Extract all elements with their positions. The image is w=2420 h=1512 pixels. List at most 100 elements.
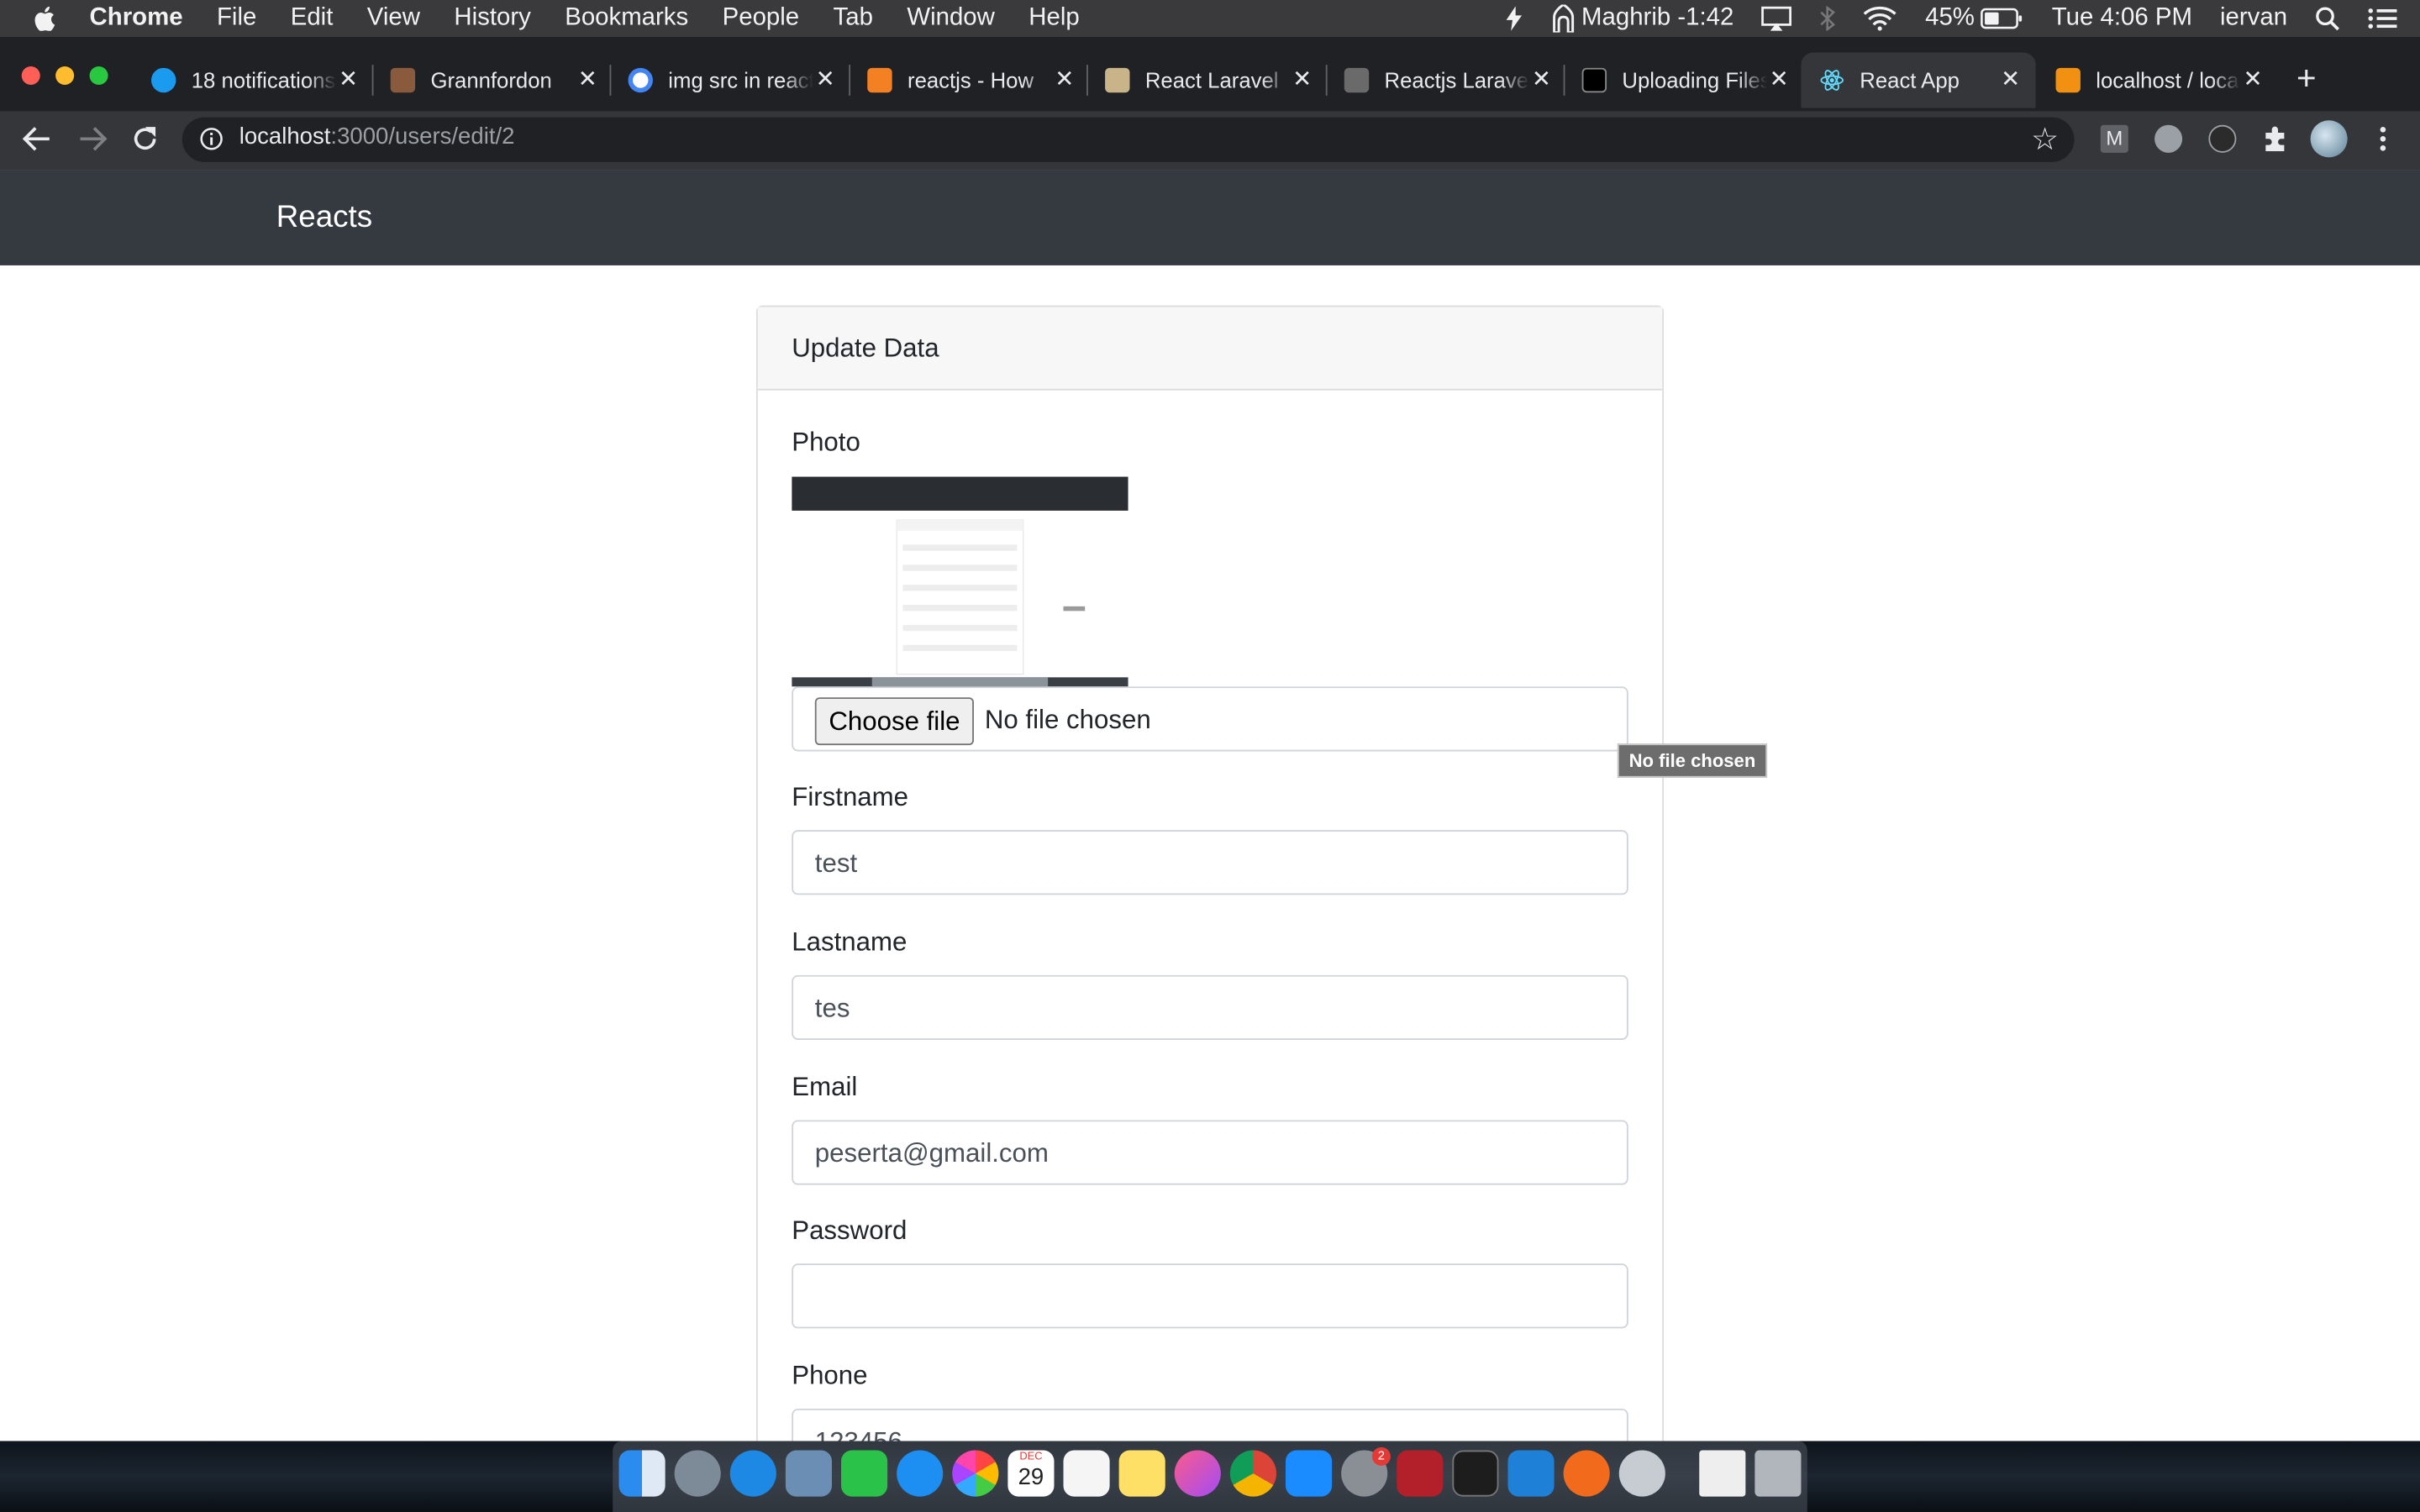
- wifi-icon[interactable]: [1864, 6, 1897, 31]
- spotlight-search-icon[interactable]: [2315, 6, 2339, 31]
- notes-icon[interactable]: [1118, 1450, 1165, 1497]
- url-path: :3000/users/edit/2: [330, 123, 515, 150]
- menu-history[interactable]: History: [454, 5, 530, 33]
- tab-close-icon[interactable]: ✕: [1292, 65, 1312, 92]
- tab-uploading-files[interactable]: Uploading Files ✕: [1581, 52, 1789, 108]
- messages-icon[interactable]: [897, 1450, 944, 1497]
- navbar-brand[interactable]: Reacts: [276, 201, 372, 236]
- tab-label: React App: [1860, 67, 1960, 93]
- firstname-field[interactable]: test: [792, 830, 1628, 895]
- trash-icon[interactable]: [1754, 1450, 1802, 1497]
- tab-reactjs-how[interactable]: reactjs - How ✕: [867, 52, 1074, 108]
- lastname-label: Lastname: [792, 927, 908, 957]
- chrome-dock-icon[interactable]: [1229, 1450, 1276, 1497]
- tab-reactjs-laravel[interactable]: Reactjs Laravel ✕: [1344, 52, 1551, 108]
- phone-value: 123456: [815, 1427, 902, 1441]
- email-field[interactable]: peserta@gmail.com: [792, 1120, 1628, 1185]
- menu-edit[interactable]: Edit: [291, 5, 334, 33]
- sublime-icon[interactable]: [1563, 1450, 1610, 1497]
- calendar-month: DEC: [1019, 1452, 1043, 1463]
- battery-status[interactable]: 45%: [1925, 5, 2024, 33]
- macos-menu-bar: Chrome File Edit View History Bookmarks …: [0, 0, 2420, 38]
- notification-center-icon[interactable]: [2368, 6, 2399, 30]
- menu-file[interactable]: File: [217, 5, 256, 33]
- extensions-puzzle-icon[interactable]: [2261, 125, 2289, 153]
- close-window-button[interactable]: [21, 66, 40, 86]
- facetime-icon[interactable]: [841, 1450, 888, 1497]
- prayer-time-status[interactable]: Maghrib -1:42: [1550, 4, 1733, 33]
- lastname-field[interactable]: tes: [792, 974, 1628, 1040]
- reminders-icon[interactable]: [1063, 1450, 1110, 1497]
- phone-field[interactable]: 123456: [792, 1408, 1628, 1441]
- calendar-day: 29: [1018, 1464, 1044, 1491]
- minimize-window-button[interactable]: [55, 66, 75, 86]
- password-label: Password: [792, 1215, 908, 1246]
- extension-m-icon[interactable]: M: [2100, 124, 2128, 153]
- tab-close-icon[interactable]: ✕: [578, 65, 597, 92]
- extension-chat-icon[interactable]: [2154, 124, 2183, 153]
- tab-separator: [371, 65, 374, 96]
- tab-close-icon[interactable]: ✕: [2244, 65, 2263, 92]
- utility-app-icon[interactable]: [1618, 1450, 1665, 1497]
- launchpad-icon[interactable]: [674, 1450, 721, 1497]
- lightning-icon[interactable]: [1504, 6, 1523, 31]
- url-host: localhost: [239, 123, 331, 150]
- stackoverflow-icon: [867, 67, 892, 93]
- tab-notifications[interactable]: 18 notifications ✕: [151, 52, 358, 108]
- forward-arrow-icon[interactable]: [77, 125, 108, 153]
- safari-icon[interactable]: [729, 1450, 776, 1497]
- terminal-icon[interactable]: [1452, 1450, 1499, 1497]
- tab-close-icon[interactable]: ✕: [1532, 65, 1551, 92]
- menu-tab[interactable]: Tab: [834, 5, 873, 33]
- tab-close-icon[interactable]: ✕: [2001, 65, 2020, 92]
- email-value: peserta@gmail.com: [814, 1138, 1049, 1168]
- update-data-card: Update Data Photo Choose file No file ch…: [756, 305, 1665, 1441]
- tab-label: reactjs - How: [908, 67, 1034, 93]
- menu-people[interactable]: People: [723, 5, 800, 33]
- reload-icon[interactable]: [131, 125, 159, 153]
- tab-separator: [1086, 65, 1088, 96]
- tab-img-src-in-react[interactable]: img src in react ✕: [628, 52, 835, 108]
- tab-react-laravel[interactable]: React Laravel ✕: [1105, 52, 1312, 108]
- tab-close-icon[interactable]: ✕: [816, 65, 835, 92]
- tab-close-icon[interactable]: ✕: [1055, 65, 1074, 92]
- tab-grannfordon[interactable]: Grannfordon ✕: [390, 52, 597, 108]
- photos-icon[interactable]: [952, 1450, 999, 1497]
- mail-app-icon[interactable]: [785, 1450, 833, 1497]
- tab-close-icon[interactable]: ✕: [1770, 65, 1789, 92]
- photo-booth-icon[interactable]: [1397, 1450, 1444, 1497]
- menu-help[interactable]: Help: [1028, 5, 1079, 33]
- vscode-icon[interactable]: [1507, 1450, 1555, 1497]
- extension-vpn-icon[interactable]: [2208, 124, 2237, 153]
- back-arrow-icon[interactable]: [22, 125, 53, 153]
- app-store-icon[interactable]: [1286, 1450, 1333, 1497]
- menu-window[interactable]: Window: [907, 5, 995, 33]
- profile-avatar[interactable]: [2310, 120, 2348, 158]
- address-url[interactable]: localhost:3000/users/edit/2: [239, 123, 515, 150]
- photo-file-input[interactable]: Choose file No file chosen: [792, 686, 1628, 752]
- menu-bar-clock[interactable]: Tue 4:06 PM: [2052, 5, 2192, 33]
- site-info-icon[interactable]: [199, 127, 224, 151]
- music-icon[interactable]: [1174, 1450, 1221, 1497]
- documents-stack-icon[interactable]: [1699, 1450, 1746, 1497]
- zoom-window-button[interactable]: [89, 66, 108, 86]
- react-icon: [1820, 70, 1844, 91]
- menu-view[interactable]: View: [367, 5, 420, 33]
- tab-localhost-phpmyadmin[interactable]: localhost / localhost ✕: [2055, 52, 2263, 108]
- file-status-text: No file chosen: [984, 705, 1151, 735]
- bookmark-star-icon[interactable]: ☆: [2031, 120, 2059, 159]
- new-tab-plus-icon[interactable]: +: [2296, 59, 2317, 99]
- finder-icon[interactable]: [618, 1450, 666, 1497]
- menu-bookmarks[interactable]: Bookmarks: [565, 5, 688, 33]
- airplay-icon[interactable]: [1761, 6, 1792, 31]
- tab-close-icon[interactable]: ✕: [339, 65, 358, 92]
- choose-file-button[interactable]: Choose file: [814, 697, 975, 746]
- bluetooth-icon[interactable]: [1820, 6, 1836, 31]
- apple-logo-icon[interactable]: [34, 6, 55, 31]
- chrome-menu-icon[interactable]: [2374, 125, 2392, 153]
- tab-react-app[interactable]: React App ✕: [1801, 52, 2036, 108]
- menu-bar-user[interactable]: iervan: [2220, 5, 2287, 33]
- calendar-icon[interactable]: DEC 29: [1007, 1450, 1055, 1497]
- menu-app-chrome[interactable]: Chrome: [90, 5, 183, 33]
- password-field[interactable]: [792, 1263, 1628, 1329]
